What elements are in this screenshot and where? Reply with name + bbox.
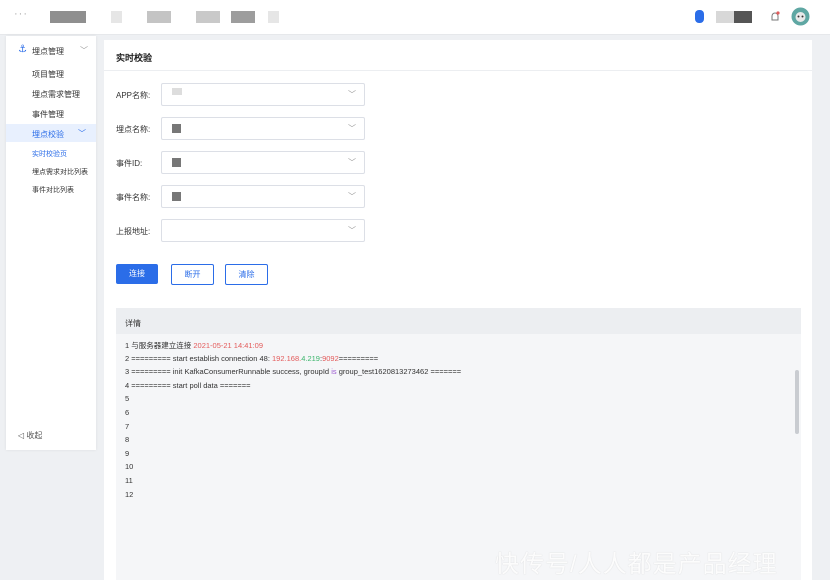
user-avatar[interactable] — [791, 7, 810, 26]
chevron-down-icon: ﹀ — [80, 46, 88, 55]
status-icon[interactable] — [695, 10, 704, 23]
report-url-label: 上报地址: — [116, 227, 151, 236]
sidebar-subitem-realtime[interactable]: 实时校验页 — [6, 145, 96, 161]
detail-title: 详情 — [125, 319, 141, 328]
log-line: 7 — [125, 421, 130, 431]
page-header: 实时校验 — [104, 40, 812, 71]
collapse-icon: ◁ — [18, 431, 25, 440]
more-icon[interactable]: ··· — [14, 8, 28, 20]
log-line: 2 ========= start establish connection 4… — [125, 353, 379, 363]
chevron-down-icon: ﹀ — [348, 90, 356, 99]
report-url-select[interactable]: ﹀ — [161, 219, 365, 242]
page-title: 实时校验 — [116, 53, 153, 63]
log-line: 3 ========= init KafkaConsumerRunnable s… — [125, 367, 462, 377]
sidebar-group-label: 埋点管理 — [32, 47, 64, 56]
event-name-select[interactable]: ﹀ — [161, 185, 365, 208]
anchor-icon: ⚓ — [18, 44, 27, 55]
form-row-report-url: 上报地址: ﹀ — [116, 219, 416, 242]
form-row-app: APP名称: ﹀ — [116, 83, 416, 106]
sidebar-item-requirements[interactable]: 埋点需求管理 — [6, 84, 96, 102]
log-line: 10 — [125, 462, 134, 472]
point-name-select[interactable]: ﹀ — [161, 117, 365, 140]
collapse-label: 收起 — [26, 431, 43, 440]
sidebar-item-project[interactable]: 项目管理 — [6, 64, 96, 82]
log-line: 12 — [125, 489, 134, 499]
sidebar-subitem-label: 埋点需求对比列表 — [32, 169, 88, 176]
chevron-down-icon: ﹀ — [78, 129, 86, 138]
collapse-button[interactable]: ◁ 收起 — [18, 430, 42, 441]
clear-button[interactable]: 清除 — [225, 264, 268, 285]
sidebar-item-label: 项目管理 — [32, 70, 64, 79]
app-name-label: APP名称: — [116, 91, 151, 100]
sidebar-item-label: 事件管理 — [32, 110, 64, 119]
logo-block — [50, 11, 86, 23]
log-line: 9 — [125, 448, 130, 458]
log-line: 5 — [125, 394, 130, 404]
chevron-down-icon: ﹀ — [348, 124, 356, 133]
sidebar-item-validation[interactable]: 埋点校验 ﹀ — [6, 124, 96, 142]
log-line: 11 — [125, 475, 133, 485]
sidebar-subitem-req-compare[interactable]: 埋点需求对比列表 — [6, 163, 96, 179]
sidebar-item-label: 埋点校验 — [32, 130, 64, 139]
disconnect-button[interactable]: 断开 — [171, 264, 214, 285]
watermark: 快传号/人人都是产品经理 — [495, 551, 778, 578]
select-value — [172, 192, 181, 201]
log-line: 4 ========= start poll data ======= — [125, 380, 251, 390]
form-row-event-id: 事件ID: ﹀ — [116, 151, 416, 174]
chevron-down-icon: ﹀ — [348, 158, 356, 167]
app-name-select[interactable]: ﹀ — [161, 83, 365, 106]
nav-item-2[interactable] — [147, 11, 171, 23]
nav-item-1[interactable] — [111, 11, 122, 23]
user-name-block[interactable] — [716, 11, 752, 23]
sidebar: ⚓ 埋点管理 ﹀ 项目管理 埋点需求管理 事件管理 埋点校验 ﹀ 实时校验页 埋… — [6, 36, 96, 450]
select-value — [172, 158, 181, 167]
form-row-point: 埋点名称: ﹀ — [116, 117, 416, 140]
event-name-label: 事件名称: — [116, 193, 151, 202]
chevron-down-icon: ﹀ — [348, 192, 356, 201]
sidebar-group-tracking[interactable]: ⚓ 埋点管理 ﹀ — [6, 40, 96, 62]
log-output: 1 与服务器建立连接 2021-05-21 14:41:09 2 =======… — [125, 340, 461, 503]
sidebar-item-events[interactable]: 事件管理 — [6, 104, 96, 122]
form-row-event-name: 事件名称: ﹀ — [116, 185, 416, 208]
log-line: 8 — [125, 435, 130, 445]
log-line: 1 与服务器建立连接 2021-05-21 14:41:09 — [125, 341, 264, 350]
log-scrollbar[interactable] — [795, 370, 799, 434]
event-id-select[interactable]: ﹀ — [161, 151, 365, 174]
notification-icon[interactable] — [770, 11, 780, 23]
main-panel: 实时校验 APP名称: ﹀ 埋点名称: ﹀ 事件ID: ﹀ 事件名称: ﹀ 上报… — [104, 40, 812, 580]
top-bar: ··· — [0, 0, 830, 35]
sidebar-item-label: 埋点需求管理 — [32, 90, 80, 99]
log-line: 6 — [125, 407, 130, 417]
select-value — [172, 88, 182, 95]
select-value — [172, 124, 181, 133]
detail-header: 详情 — [116, 308, 801, 334]
event-id-label: 事件ID: — [116, 159, 143, 168]
nav-item-3[interactable] — [196, 11, 220, 23]
detail-panel: 详情 1 与服务器建立连接 2021-05-21 14:41:09 2 ====… — [116, 308, 801, 580]
connect-button[interactable]: 连接 — [116, 264, 158, 284]
sidebar-subitem-label: 事件对比列表 — [32, 187, 74, 194]
nav-item-5[interactable] — [268, 11, 279, 23]
chevron-down-icon: ﹀ — [348, 226, 356, 235]
sidebar-subitem-event-compare[interactable]: 事件对比列表 — [6, 181, 96, 197]
nav-item-4[interactable] — [231, 11, 255, 23]
point-name-label: 埋点名称: — [116, 125, 151, 134]
sidebar-subitem-label: 实时校验页 — [32, 151, 67, 158]
